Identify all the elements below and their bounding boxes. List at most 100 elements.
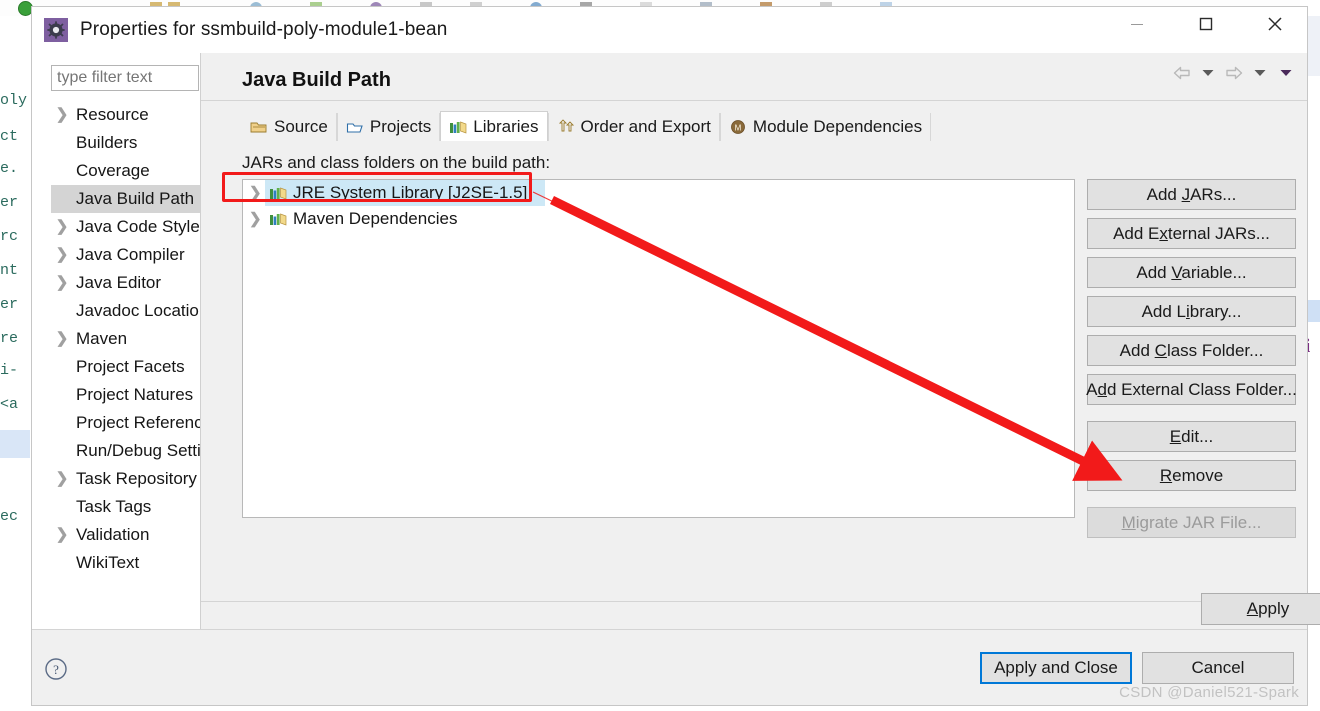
sidebar-item-java-build-path[interactable]: Java Build Path — [51, 185, 216, 213]
settings-tree: ❯ Resource Builders Coverage Java Build Path… — [51, 101, 216, 598]
minimize-button[interactable] — [1114, 7, 1160, 41]
migrate-jar-file-button: Migrate JAR File... — [1087, 507, 1296, 538]
list-label: JARs and class folders on the build path… — [242, 153, 551, 172]
libraries-tab-content: JARs and class folders on the build path… — [242, 141, 1297, 601]
button-label: Remove — [1159, 465, 1224, 485]
tab-libraries[interactable]: Libraries — [440, 111, 548, 141]
tab-label: Order and Export — [580, 117, 711, 136]
sidebar-item-project-facets[interactable]: Project Facets — [51, 353, 216, 381]
tab-label: Module Dependencies — [752, 117, 923, 136]
add-variable-button[interactable]: Add Variable... — [1087, 257, 1296, 288]
button-label: Add External Class Folder... — [1086, 379, 1297, 399]
build-path-list[interactable]: ❯ JRE System Library [J2SE-1.5] ❯ Maven Dep… — [242, 179, 1075, 518]
tab-order-and-export[interactable]: Order and Export — [547, 113, 720, 141]
cancel-button[interactable]: Cancel — [1142, 652, 1294, 684]
filter-input[interactable] — [51, 65, 199, 91]
forward-menu-chevron-down-icon[interactable] — [1249, 62, 1271, 84]
properties-dialog: Properties for ssmbuild-poly-module1-bea… — [31, 6, 1320, 706]
back-arrow-icon[interactable] — [1171, 62, 1193, 84]
build-path-entry[interactable]: ❯ Maven Dependencies — [243, 206, 1074, 232]
add-library-button[interactable]: Add Library... — [1087, 296, 1296, 327]
sidebar-item-label: Project Natures — [76, 385, 194, 404]
page-title: Java Build Path — [242, 69, 391, 91]
chevron-right-icon[interactable]: ❯ — [55, 471, 69, 486]
chevron-right-icon[interactable]: ❯ — [55, 275, 69, 290]
sidebar-item-maven[interactable]: ❯ Maven — [51, 325, 216, 353]
apply-button[interactable]: Apply — [1201, 593, 1320, 625]
remove-button[interactable]: Remove — [1087, 460, 1296, 491]
sidebar-item-label: Maven — [76, 329, 128, 348]
button-label: Migrate JAR File... — [1121, 512, 1262, 532]
settings-page-pane: Java Build Path Source Projects Librarie… — [201, 53, 1320, 629]
sidebar-item-project-references[interactable]: Project References — [51, 409, 216, 437]
editor-code-strip: oly ct e. er rc nt er re i- <a ec — [0, 0, 30, 711]
sidebar-item-resource[interactable]: ❯ Resource — [51, 101, 216, 129]
sidebar-item-label: Project References — [76, 413, 216, 432]
add-jars-button[interactable]: Add JARs... — [1087, 179, 1296, 210]
sidebar-item-label: Javadoc Location — [76, 301, 209, 320]
sidebar-item-label: Resource — [76, 105, 149, 124]
sidebar-item-label: Project Facets — [76, 357, 185, 376]
more-menu-chevron-down-icon[interactable] — [1275, 62, 1297, 84]
tab-label: Projects — [369, 117, 432, 136]
sidebar-item-label: WikiText — [76, 553, 140, 572]
properties-gear-icon — [44, 18, 68, 42]
tab-projects[interactable]: Projects — [336, 113, 441, 141]
sidebar-item-builders[interactable]: Builders — [51, 129, 216, 157]
back-menu-chevron-down-icon[interactable] — [1197, 62, 1219, 84]
svg-text:?: ? — [53, 662, 59, 677]
sidebar-item-task-tags[interactable]: Task Tags — [51, 493, 216, 521]
sidebar-item-validation[interactable]: ❯ Validation — [51, 521, 216, 549]
sidebar-item-task-repository[interactable]: ❯ Task Repository — [51, 465, 216, 493]
sidebar-item-javadoc-location[interactable]: Javadoc Location — [51, 297, 216, 325]
svg-text:M: M — [735, 124, 742, 133]
sidebar-item-java-editor[interactable]: ❯ Java Editor — [51, 269, 216, 297]
sidebar-item-label: Java Code Style — [76, 217, 200, 236]
button-label: Add Class Folder... — [1119, 340, 1264, 360]
forward-arrow-icon[interactable] — [1223, 62, 1245, 84]
add-class-folder-button[interactable]: Add Class Folder... — [1087, 335, 1296, 366]
sidebar-item-wikitext[interactable]: WikiText — [51, 549, 216, 577]
projects-folder-icon — [346, 119, 364, 135]
chevron-right-icon[interactable]: ❯ — [249, 212, 262, 227]
button-label: Add Library... — [1141, 301, 1242, 321]
edit-button[interactable]: Edit... — [1087, 421, 1296, 452]
page-navigation-icons — [1171, 62, 1297, 84]
module-icon: M — [729, 119, 747, 135]
tab-source[interactable]: Source — [242, 113, 337, 141]
sidebar-item-label: Run/Debug Settings — [76, 441, 216, 460]
build-path-tabs: Source Projects Libraries Order and Export M… — [242, 111, 1296, 141]
tab-label: Libraries — [473, 116, 539, 136]
chevron-right-icon[interactable]: ❯ — [55, 527, 69, 542]
page-title-rule — [201, 100, 1307, 101]
chevron-right-icon[interactable]: ❯ — [55, 331, 69, 346]
sidebar-item-java-compiler[interactable]: ❯ Java Compiler — [51, 241, 216, 269]
sidebar-item-run-debug-settings[interactable]: Run/Debug Settings — [51, 437, 216, 465]
sidebar-item-coverage[interactable]: Coverage — [51, 157, 216, 185]
annotation-highlight-box — [222, 172, 532, 202]
maximize-button[interactable] — [1183, 7, 1229, 41]
chevron-right-icon[interactable]: ❯ — [55, 219, 69, 234]
sidebar-item-label: Validation — [76, 525, 150, 544]
tab-module-dependencies[interactable]: M Module Dependencies — [719, 113, 932, 141]
library-books-icon — [269, 211, 287, 227]
sidebar-item-java-code-style[interactable]: ❯ Java Code Style — [51, 213, 216, 241]
apply-and-close-button[interactable]: Apply and Close — [980, 652, 1132, 684]
build-path-button-column: Add JARs... Add External JARs... Add Varia… — [1086, 179, 1297, 546]
apply-button-label: Apply — [1246, 599, 1290, 618]
button-label: Add External JARs... — [1113, 223, 1270, 243]
close-button[interactable] — [1252, 7, 1298, 41]
sidebar-item-label: Java Compiler — [76, 245, 185, 264]
chevron-right-icon[interactable]: ❯ — [55, 247, 69, 262]
sidebar-item-label: Builders — [76, 133, 138, 152]
help-question-icon[interactable]: ? — [44, 657, 68, 681]
watermark-text: CSDN @Daniel521-Spark — [1119, 684, 1299, 701]
add-external-class-folder-button[interactable]: Add External Class Folder... — [1086, 374, 1297, 405]
sidebar-item-label: Task Repository — [76, 469, 197, 488]
button-label: Edit... — [1169, 426, 1214, 446]
library-books-icon — [449, 119, 467, 135]
add-external-jars-button[interactable]: Add External JARs... — [1087, 218, 1296, 249]
tab-label: Source — [274, 117, 328, 136]
chevron-right-icon[interactable]: ❯ — [55, 107, 69, 122]
sidebar-item-project-natures[interactable]: Project Natures — [51, 381, 216, 409]
